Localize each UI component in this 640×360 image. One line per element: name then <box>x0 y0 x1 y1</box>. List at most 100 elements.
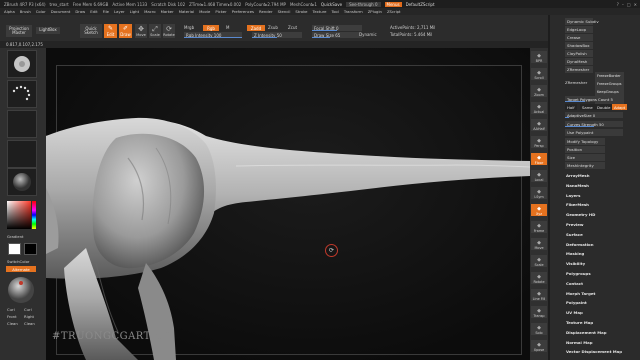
use-polypaint-button[interactable]: Use Polypaint <box>565 129 623 136</box>
section-preview[interactable]: Preview <box>566 221 584 228</box>
alternate-button[interactable]: Alternate <box>6 266 36 272</box>
draw-mode-button[interactable]: ✐ Draw <box>119 24 132 38</box>
shelf-scale-button[interactable]: ◆ Scale <box>531 255 547 267</box>
curl-label-2[interactable]: Curl <box>24 307 32 312</box>
shelf-frame-button[interactable]: ◆ Frame <box>531 221 547 233</box>
clean-label-1[interactable]: Clean <box>7 321 18 326</box>
half-button[interactable]: Half <box>565 104 577 110</box>
shelf-move-button[interactable]: ◆ Move <box>531 238 547 250</box>
geometry-shadowbox-button[interactable]: ShadowBox <box>565 42 593 49</box>
zsub-toggle[interactable]: Zsub <box>268 25 278 30</box>
zcut-toggle[interactable]: Zcut <box>288 25 297 30</box>
shelf-scroll-button[interactable]: ◆ Scroll <box>531 68 547 80</box>
shelf-aahalf-button[interactable]: ◆ AAHalf <box>531 119 547 131</box>
z-intensity-slider[interactable]: Z Intensity 50 <box>252 32 302 38</box>
menu-movie[interactable]: Movie <box>199 9 210 14</box>
dynamic-toggle[interactable]: Dynamic <box>359 32 377 37</box>
section-nanomesh[interactable]: NanoMesh <box>566 182 589 189</box>
menu-edit[interactable]: Edit <box>90 9 97 14</box>
shelf-lsym-button[interactable]: ◆ LSym <box>531 187 547 199</box>
focal-shift-slider[interactable]: Focal Shift 0 <box>312 25 362 31</box>
section-size[interactable]: Size <box>565 154 605 161</box>
stroke-selector[interactable] <box>7 80 37 108</box>
section-morph-target[interactable]: Morph Target <box>566 290 595 297</box>
menu-zscript[interactable]: ZScript <box>387 9 401 14</box>
menu-document[interactable]: Document <box>51 9 71 14</box>
curl-label-1[interactable]: Curl <box>7 307 15 312</box>
alpha-selector[interactable] <box>7 110 37 138</box>
rgb-toggle[interactable]: Rgb <box>203 25 219 31</box>
menu-layer[interactable]: Layer <box>114 9 125 14</box>
shelf-zoom-button[interactable]: ◆ Zoom <box>531 85 547 97</box>
geometry-zremesher-button[interactable]: ZRemesher <box>565 66 593 73</box>
clean-label-2[interactable]: Clean <box>24 321 35 326</box>
adaptive-size-slider[interactable]: AdaptiveSize 0 <box>565 112 623 118</box>
shelf-bpr-button[interactable]: ◆ BPR <box>531 51 547 63</box>
section-displacement-map[interactable]: Displacement Map <box>566 329 607 336</box>
gradient-label[interactable]: Gradient <box>7 234 24 239</box>
menu-tool[interactable]: Tool <box>331 9 338 14</box>
section-geometry-hd[interactable]: Geometry HD <box>566 211 595 218</box>
menu-render[interactable]: Render <box>259 9 273 14</box>
trex-model[interactable] <box>46 48 530 360</box>
mrgb-toggle[interactable]: Mrgb <box>184 25 194 30</box>
see-through-slider[interactable]: See-through 0 <box>346 1 381 7</box>
help-icon[interactable]: ? <box>617 2 619 7</box>
menu-stencil[interactable]: Stencil <box>278 9 291 14</box>
menu-macro[interactable]: Macro <box>144 9 156 14</box>
shelf-transp-button[interactable]: ◆ Transp <box>531 306 547 318</box>
maximize-icon[interactable]: □ <box>627 2 631 7</box>
menu-transform[interactable]: Transform <box>344 9 363 14</box>
shelf-rotate-button[interactable]: ◆ Rotate <box>531 272 547 284</box>
section-vector-displacement-map[interactable]: Vector Displacement Map <box>566 348 622 355</box>
lightbox-button[interactable]: LightBox <box>36 27 60 34</box>
move-mode-button[interactable]: ✥ Move <box>135 24 147 38</box>
scale-mode-button[interactable]: ⤢ Scale <box>149 24 161 38</box>
minimize-icon[interactable]: – <box>622 2 624 7</box>
double-button[interactable]: Double <box>595 104 613 110</box>
menu-texture[interactable]: Texture <box>313 9 327 14</box>
geometry-edgeloop-button[interactable]: EdgeLoop <box>565 26 593 33</box>
menu-color[interactable]: Color <box>36 9 46 14</box>
shelf-actual-button[interactable]: ◆ Actual <box>531 102 547 114</box>
m-toggle[interactable]: M <box>226 25 229 30</box>
freeze-border-button[interactable]: FreezeBorder <box>597 74 621 78</box>
section-texture-map[interactable]: Texture Map <box>566 319 593 326</box>
keep-groups-button[interactable]: KeepGroups <box>597 90 619 94</box>
menu-draw[interactable]: Draw <box>75 9 85 14</box>
target-polygons-slider[interactable]: Target Polygons Count 5 <box>565 96 623 102</box>
color-picker[interactable] <box>7 201 37 231</box>
section-position[interactable]: Position <box>565 146 605 153</box>
main-color-swatch[interactable] <box>8 243 21 255</box>
section-masking[interactable]: Masking <box>566 250 584 257</box>
section-surface[interactable]: Surface <box>566 231 583 238</box>
default-script-button[interactable]: DefaultZScript <box>406 2 435 7</box>
curves-strength-slider[interactable]: Curves Strength 50 <box>565 121 623 127</box>
shelf-xpose-button[interactable]: ◆ Xpose <box>531 340 547 352</box>
front-label[interactable]: Front <box>7 314 17 319</box>
edit-mode-button[interactable]: ✎ Edit <box>104 24 117 38</box>
material-selector[interactable] <box>7 168 37 196</box>
right-label[interactable]: Right <box>24 314 34 319</box>
close-icon[interactable]: ✕ <box>634 2 637 7</box>
menu-marker[interactable]: Marker <box>161 9 174 14</box>
section-layers[interactable]: Layers <box>566 192 580 199</box>
shelf-persp-button[interactable]: ◆ Persp <box>531 136 547 148</box>
quick-sketch-button[interactable]: Quick Sketch <box>80 24 102 38</box>
section-arraymesh[interactable]: ArrayMesh <box>566 172 590 179</box>
freeze-groups-button[interactable]: FreezeGroups <box>597 82 622 86</box>
shelf-floor-button[interactable]: ◆ Floor <box>531 153 547 165</box>
geometry-crease-button[interactable]: Crease <box>565 34 593 41</box>
adapt-button[interactable]: Adapt <box>612 104 628 110</box>
brush-selector[interactable] <box>7 50 37 78</box>
secondary-color-swatch[interactable] <box>24 243 37 255</box>
geometry-dynamesh-button[interactable]: DynaMesh <box>565 58 593 65</box>
geometry-claypolish-button[interactable]: ClayPolish <box>565 50 593 57</box>
section-uv-map[interactable]: UV Map <box>566 309 583 316</box>
section-contact[interactable]: Contact <box>566 280 583 287</box>
quicksave-button[interactable]: QuickSave <box>321 2 342 7</box>
menu-picker[interactable]: Picker <box>215 9 226 14</box>
zadd-toggle[interactable]: Zadd <box>247 25 265 31</box>
geometry-dynamic-subdiv-button[interactable]: Dynamic Subdiv <box>565 18 599 25</box>
menu-light[interactable]: Light <box>130 9 139 14</box>
